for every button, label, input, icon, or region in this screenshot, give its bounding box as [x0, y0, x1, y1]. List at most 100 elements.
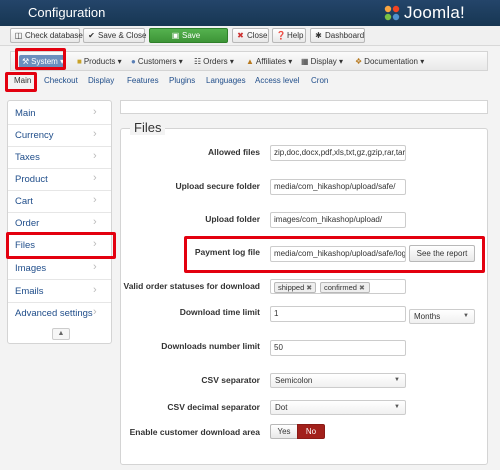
config-subtabs: Main Checkout Display Features Plugins L… [10, 73, 488, 92]
database-icon: ◫ [14, 31, 23, 40]
nav-label: Product [15, 174, 48, 185]
csv-decimal-separator-select[interactable]: Dot ▼ [270, 400, 406, 415]
tab-plugins[interactable]: Plugins [169, 76, 195, 85]
nav-label: Images [15, 263, 47, 274]
chevron-right-icon: › [93, 194, 97, 206]
check-database-label: Check database [25, 31, 83, 40]
close-icon: ✖ [237, 31, 244, 40]
payment-log-file-label: Payment log file [194, 247, 260, 257]
tab-cron[interactable]: Cron [311, 76, 328, 85]
tab-features[interactable]: Features [127, 76, 159, 85]
status-tag-confirmed[interactable]: confirmed ✖ [320, 282, 370, 293]
nav-label: Main [15, 108, 36, 119]
help-icon: ❓ [276, 31, 286, 40]
allowed-files-input[interactable]: zip,doc,docx,pdf,xls,txt,gz,gzip,rar,tar… [270, 145, 406, 161]
nav-item-product[interactable]: Product › [8, 169, 111, 191]
download-time-limit-input[interactable]: 1 [270, 306, 406, 322]
dashboard-button[interactable]: ✱ Dashboard [310, 28, 365, 43]
download-area-no-button[interactable]: No [297, 424, 325, 439]
download-area-yes-button[interactable]: Yes [270, 424, 298, 439]
dashboard-label: Dashboard [325, 31, 365, 40]
nav-item-order[interactable]: Order › [8, 213, 111, 235]
remove-icon[interactable]: ✖ [306, 285, 312, 292]
nav-label: Order [15, 218, 40, 229]
tab-checkout[interactable]: Checkout [44, 76, 78, 85]
remove-icon[interactable]: ✖ [359, 285, 365, 292]
joomla-logo-icon [384, 5, 400, 21]
section-title: Files [130, 120, 166, 135]
nav-item-emails[interactable]: Emails › [8, 281, 111, 303]
menu-display[interactable]: ▦ Display ▾ [301, 55, 343, 68]
tab-languages[interactable]: Languages [206, 76, 246, 85]
nav-item-images[interactable]: Images › [8, 258, 111, 280]
joomla-brand: Joomla! [404, 3, 465, 22]
tab-display[interactable]: Display [88, 76, 114, 85]
chevron-right-icon: › [93, 106, 97, 118]
chevron-right-icon: › [93, 261, 97, 273]
nav-item-files[interactable]: Files › [8, 235, 111, 257]
menu-affiliates[interactable]: ▲ Affiliates ▾ [246, 55, 292, 68]
nav-label: Advanced settings [15, 308, 93, 319]
nav-label: Taxes [15, 152, 40, 163]
tab-main[interactable]: Main [14, 76, 31, 85]
close-button[interactable]: ✖ Close [232, 28, 269, 43]
help-button[interactable]: ❓Help [272, 28, 306, 43]
nav-item-taxes[interactable]: Taxes › [8, 147, 111, 169]
payment-log-file-input[interactable]: media/com_hikashop/upload/safe/logs/ [270, 246, 406, 262]
allowed-files-label: Allowed files [208, 147, 260, 157]
nav-item-advanced-settings[interactable]: Advanced settings › [8, 303, 111, 325]
valid-order-statuses-label: Valid order statuses for download [123, 281, 261, 291]
menu-documentation[interactable]: ❖ Documentation ▾ [355, 55, 424, 68]
csv-decimal-separator-value: Dot [275, 403, 288, 412]
chevron-right-icon: › [93, 150, 97, 162]
menu-display-label: Display [310, 57, 337, 66]
see-the-report-button[interactable]: See the report [409, 245, 475, 262]
save-close-button[interactable]: ✔ Save & Close [83, 28, 146, 43]
customers-icon: ● [131, 57, 136, 66]
csv-separator-select[interactable]: Semicolon ▼ [270, 373, 406, 388]
upload-folder-label: Upload folder [205, 214, 260, 224]
help-label: Help [287, 31, 304, 40]
close-label: Close [247, 31, 268, 40]
downloads-number-limit-input[interactable]: 50 [270, 340, 406, 356]
check-database-button[interactable]: ◫ Check database [10, 28, 83, 43]
csv-decimal-separator-label: CSV decimal separator [167, 402, 260, 412]
nav-label: Currency [15, 130, 54, 141]
caret-up-icon: ▲ [57, 330, 65, 337]
download-time-limit-label: Download time limit [179, 307, 260, 317]
upload-secure-folder-input[interactable]: media/com_hikashop/upload/safe/ [270, 179, 406, 195]
files-section-nav: Main › Currency › Taxes › Product › Cart › Or… [7, 100, 112, 344]
upload-folder-input[interactable]: images/com_hikashop/upload/ [270, 212, 406, 228]
chevron-right-icon: › [93, 238, 97, 250]
tab-access-level[interactable]: Access level [255, 76, 299, 85]
chevron-right-icon: › [93, 284, 97, 296]
wrench-icon: ⚒ [22, 57, 30, 66]
menu-orders[interactable]: ☷ Orders ▾ [194, 55, 234, 68]
menu-documentation-label: Documentation [364, 57, 418, 66]
menu-system[interactable]: ⚒ System ▾ [19, 55, 65, 68]
title-bar: Configuration Joomla! [0, 0, 500, 26]
dashboard-icon: ✱ [315, 31, 322, 40]
check-icon: ✔ [88, 31, 95, 40]
status-tag-label: confirmed [324, 283, 357, 292]
download-time-unit-select[interactable]: Months ▼ [409, 309, 475, 324]
status-tag-shipped[interactable]: shipped ✖ [274, 282, 316, 293]
nav-label: Emails [15, 286, 44, 297]
menu-affiliates-label: Affiliates [255, 57, 287, 66]
menu-customers[interactable]: ● Customers ▾ [131, 55, 183, 68]
nav-item-cart[interactable]: Cart › [8, 191, 111, 213]
save-button[interactable]: ▣ Save [149, 28, 228, 43]
download-time-unit-value: Months [414, 312, 441, 321]
csv-separator-label: CSV separator [201, 375, 260, 385]
products-icon: ■ [77, 57, 82, 66]
menu-orders-label: Orders [203, 57, 228, 66]
menu-products[interactable]: ■ Products ▾ [77, 55, 122, 68]
toolbar: ◫ Check database ✔ Save & Close ▣ Save ✖ Clo… [0, 26, 500, 46]
downloads-number-limit-label: Downloads number limit [161, 341, 260, 351]
collapse-button[interactable]: ▲ [52, 328, 70, 340]
nav-item-main[interactable]: Main › [8, 103, 111, 125]
save-icon: ▣ [171, 31, 180, 40]
affiliates-icon: ▲ [246, 57, 254, 66]
nav-item-currency[interactable]: Currency › [8, 125, 111, 147]
orders-icon: ☷ [194, 57, 202, 66]
